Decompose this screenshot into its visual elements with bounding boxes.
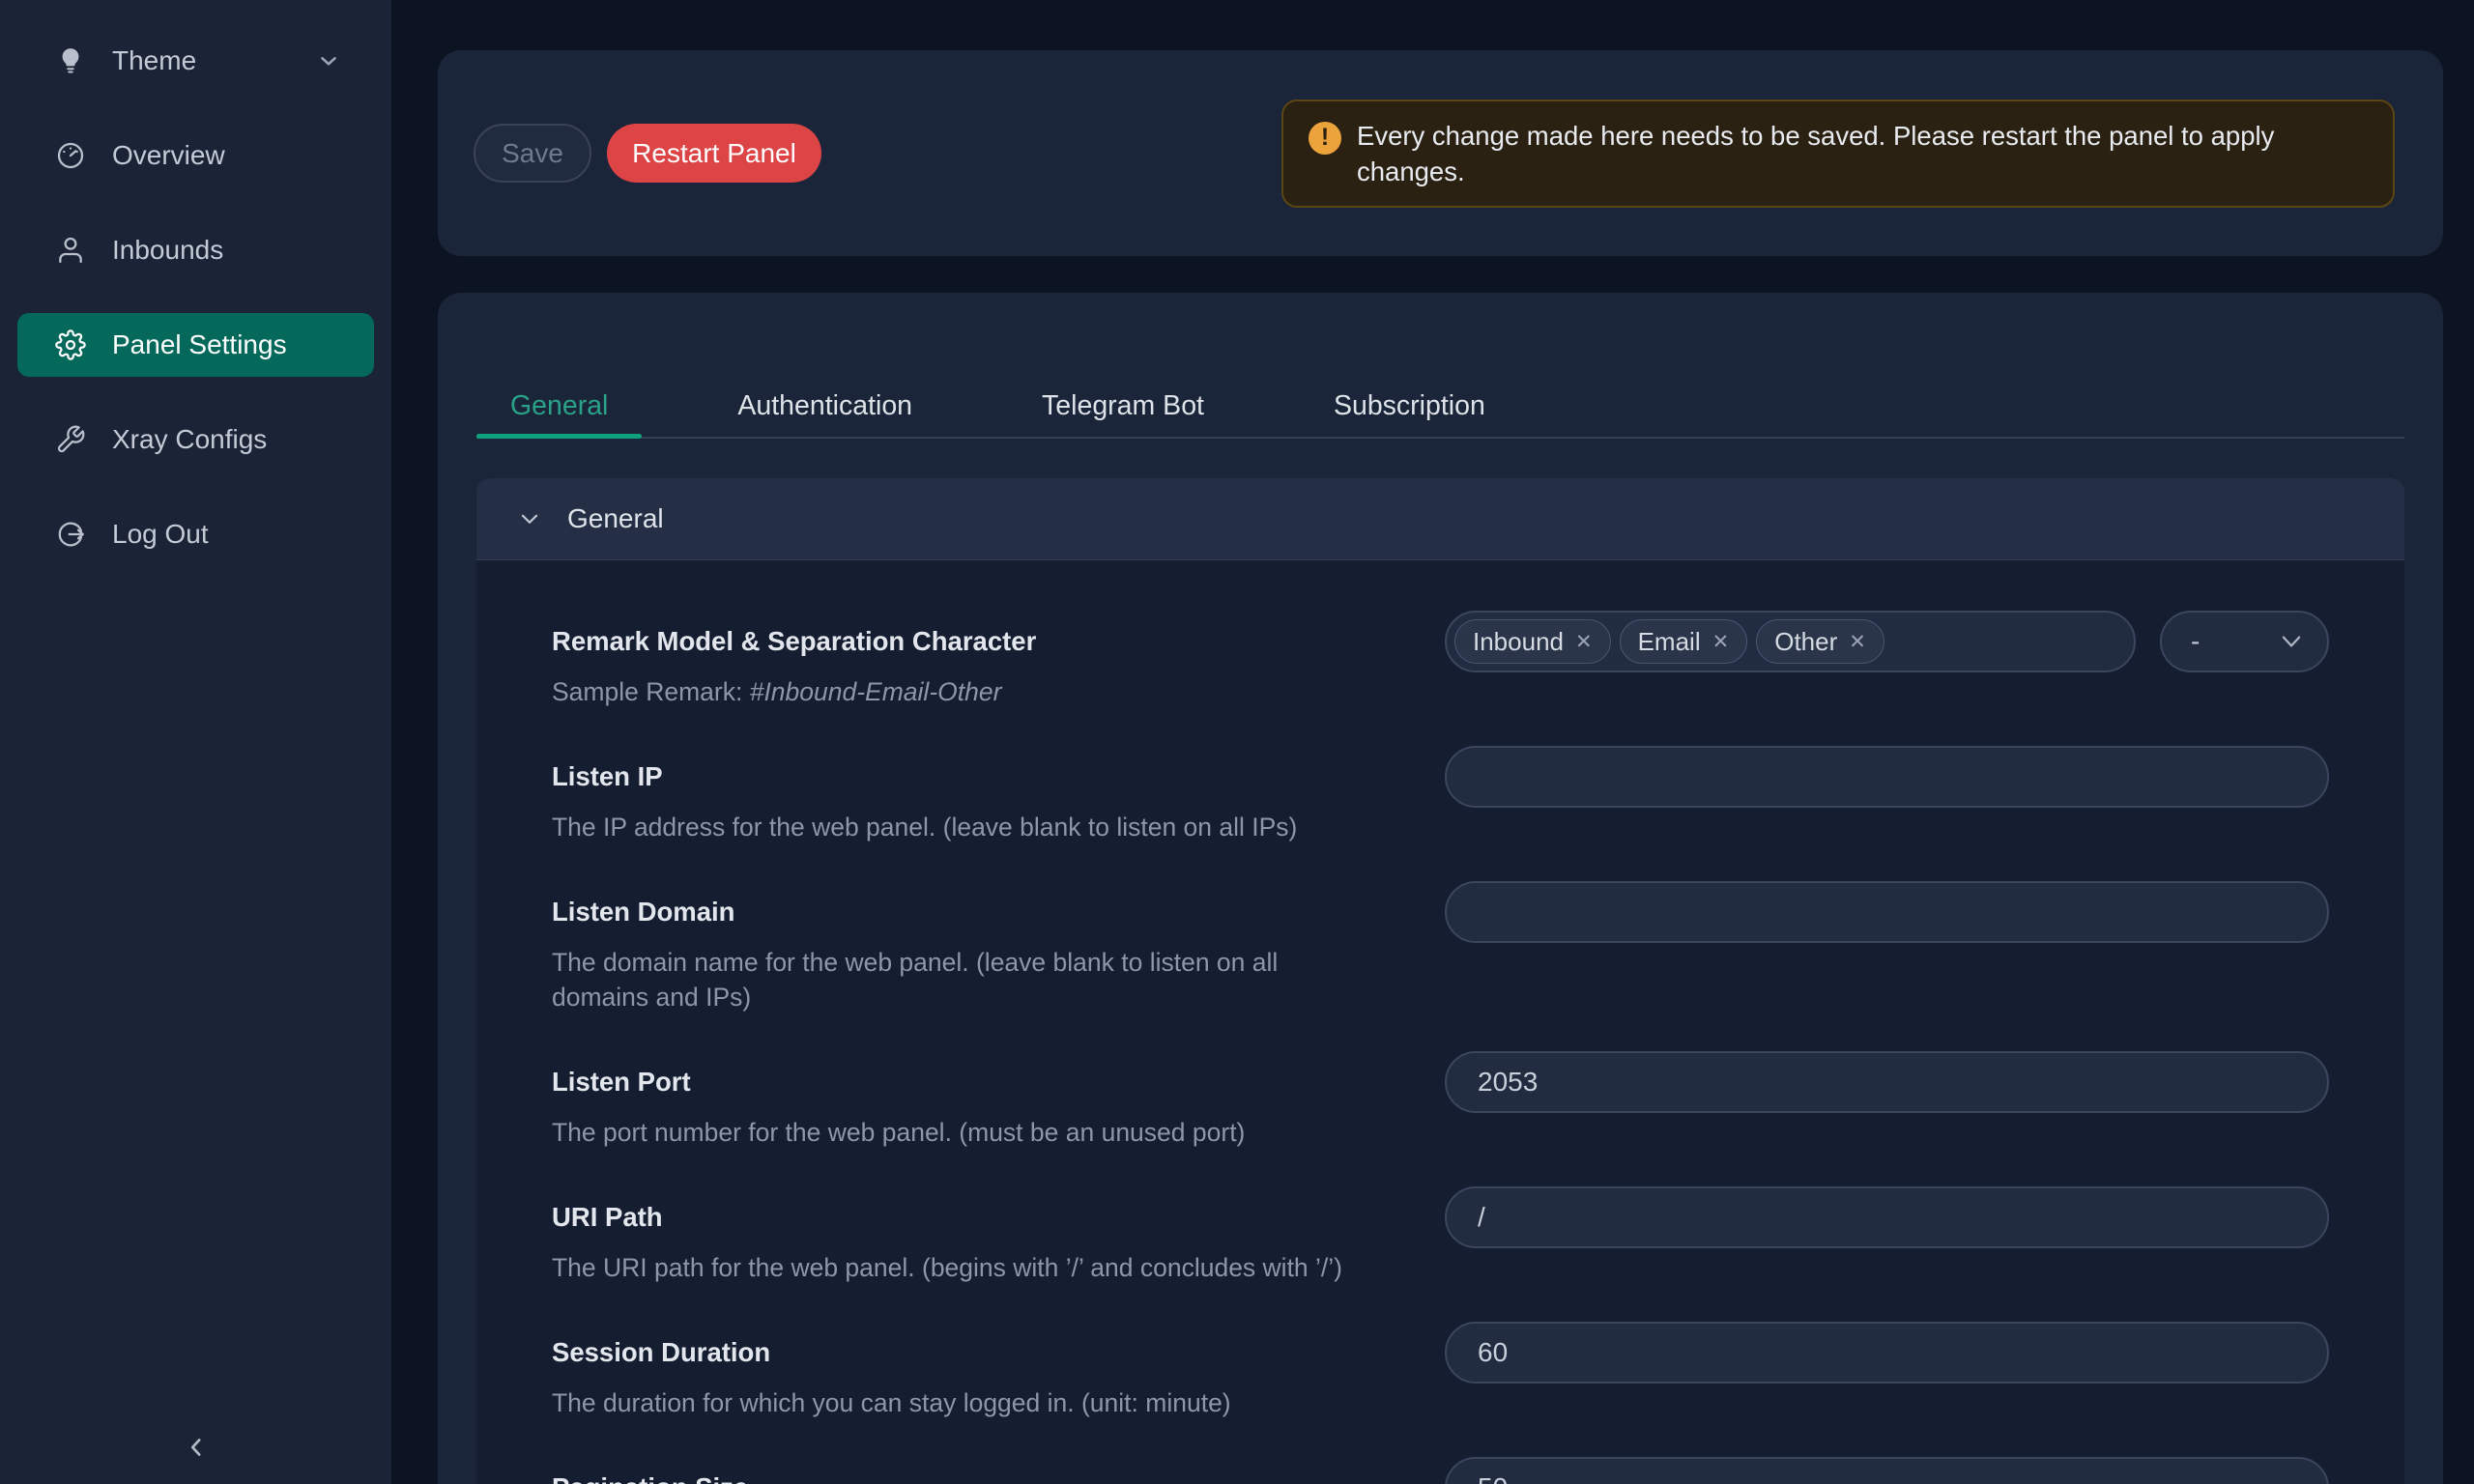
logout-icon [54, 518, 87, 551]
restart-panel-button[interactable]: Restart Panel [607, 124, 821, 183]
form-control [1445, 1322, 2329, 1384]
tag-label: Email [1638, 627, 1701, 657]
collapse-title: General [567, 503, 664, 534]
alert-message: Every change made here needs to be saved… [1357, 118, 2343, 189]
session-duration-input[interactable] [1445, 1322, 2329, 1384]
form-control [1445, 1186, 2329, 1248]
sidebar: Theme Overview Inbounds [0, 0, 391, 1484]
content-area: Save Restart Panel ! Every change made h… [391, 0, 2474, 1484]
remove-tag-icon[interactable]: ✕ [1849, 630, 1866, 654]
form-control [1445, 1051, 2329, 1113]
form-control [1445, 881, 2329, 943]
form-left: Remark Model & Separation Character Samp… [552, 611, 1444, 709]
form-left: Listen Port The port number for the web … [552, 1051, 1444, 1150]
chevron-down-icon [2277, 627, 2306, 656]
sidebar-item-label: Xray Configs [112, 424, 267, 455]
chevron-down-icon [316, 48, 341, 73]
field-description: Sample Remark: #Inbound-Email-Other [552, 674, 1373, 709]
exclamation-circle-icon: ! [1309, 122, 1341, 155]
gear-icon [54, 328, 87, 361]
sample-remark-value: #Inbound-Email-Other [750, 677, 1002, 706]
sample-remark-prefix: Sample Remark: [552, 677, 750, 706]
sidebar-item-label: Overview [112, 140, 225, 171]
form-left: Listen IP The IP address for the web pan… [552, 746, 1444, 844]
tab-authentication[interactable]: Authentication [704, 375, 946, 437]
pagination-size-input[interactable] [1445, 1457, 2329, 1484]
panel-settings-page: Theme Overview Inbounds [0, 0, 2474, 1484]
tab-general[interactable]: General [476, 375, 642, 437]
tag-email[interactable]: Email ✕ [1620, 619, 1748, 664]
select-value: - [2191, 626, 2200, 657]
sidebar-collapse-button[interactable] [0, 1433, 391, 1467]
field-description: The IP address for the web panel. (leave… [552, 810, 1373, 844]
form-row-listen-domain: Listen Domain The domain name for the we… [552, 881, 2329, 1014]
form-left: URI Path The URI path for the web panel.… [552, 1186, 1444, 1285]
form-control: Inbound ✕ Email ✕ Other ✕ [1445, 611, 2329, 672]
field-label: URI Path [552, 1186, 1444, 1248]
tab-subscription[interactable]: Subscription [1300, 375, 1519, 437]
sidebar-item-label: Log Out [112, 519, 209, 550]
field-label: Session Duration [552, 1322, 1444, 1384]
field-description: The domain name for the web panel. (leav… [552, 945, 1373, 1014]
tab-telegram-bot[interactable]: Telegram Bot [1008, 375, 1238, 437]
form-control [1445, 746, 2329, 808]
form-row-uri-path: URI Path The URI path for the web panel.… [552, 1186, 2329, 1285]
remark-model-multiselect[interactable]: Inbound ✕ Email ✕ Other ✕ [1445, 611, 2136, 672]
form-row-remark-model: Remark Model & Separation Character Samp… [552, 611, 2329, 709]
sidebar-item-label: Theme [112, 45, 196, 76]
remove-tag-icon[interactable]: ✕ [1575, 630, 1593, 654]
sidebar-item-overview[interactable]: Overview [17, 124, 374, 187]
form-row-session-duration: Session Duration The duration for which … [552, 1322, 2329, 1420]
tag-label: Other [1774, 627, 1837, 657]
tag-label: Inbound [1473, 627, 1564, 657]
listen-port-input[interactable] [1445, 1051, 2329, 1113]
field-description: The duration for which you can stay logg… [552, 1385, 1373, 1420]
general-collapse-body: Remark Model & Separation Character Samp… [476, 560, 2404, 1484]
save-button[interactable]: Save [474, 124, 591, 183]
user-icon [54, 234, 87, 267]
listen-domain-input[interactable] [1445, 881, 2329, 943]
field-description: The port number for the web panel. (must… [552, 1115, 1373, 1150]
field-label: Remark Model & Separation Character [552, 611, 1444, 672]
sidebar-item-inbounds[interactable]: Inbounds [17, 218, 374, 282]
form-control [1445, 1457, 2329, 1484]
restart-warning-alert: ! Every change made here needs to be sav… [1281, 100, 2395, 208]
form-left: Pagination Size [552, 1457, 1444, 1484]
sidebar-item-theme[interactable]: Theme [17, 29, 374, 93]
settings-card: General Authentication Telegram Bot Subs… [438, 293, 2443, 1484]
settings-tabs: General Authentication Telegram Bot Subs… [476, 375, 2404, 439]
wrench-icon [54, 423, 87, 456]
toolbar-card: Save Restart Panel ! Every change made h… [438, 50, 2443, 256]
tag-inbound[interactable]: Inbound ✕ [1454, 619, 1611, 664]
sidebar-item-xray-configs[interactable]: Xray Configs [17, 408, 374, 471]
form-left: Session Duration The duration for which … [552, 1322, 1444, 1420]
general-collapse-header[interactable]: General [476, 478, 2404, 560]
sidebar-item-label: Inbounds [112, 235, 223, 266]
form-row-listen-ip: Listen IP The IP address for the web pan… [552, 746, 2329, 844]
general-collapse-panel: General Remark Model & Separation Charac… [476, 478, 2404, 1484]
form-row-pagination-size: Pagination Size [552, 1457, 2329, 1484]
field-label: Listen Port [552, 1051, 1444, 1113]
form-left: Listen Domain The domain name for the we… [552, 881, 1444, 1014]
tag-other[interactable]: Other ✕ [1756, 619, 1884, 664]
field-label: Listen IP [552, 746, 1444, 808]
uri-path-input[interactable] [1445, 1186, 2329, 1248]
separator-select[interactable]: - [2160, 611, 2329, 672]
sidebar-item-panel-settings[interactable]: Panel Settings [17, 313, 374, 377]
field-description: The URI path for the web panel. (begins … [552, 1250, 1373, 1285]
listen-ip-input[interactable] [1445, 746, 2329, 808]
field-label: Listen Domain [552, 881, 1444, 943]
chevron-left-icon [182, 1433, 211, 1467]
sidebar-item-label: Panel Settings [112, 329, 287, 360]
sidebar-item-logout[interactable]: Log Out [17, 502, 374, 566]
bulb-icon [54, 44, 87, 77]
remove-tag-icon[interactable]: ✕ [1712, 630, 1730, 654]
form-row-listen-port: Listen Port The port number for the web … [552, 1051, 2329, 1150]
chevron-down-icon [517, 506, 542, 531]
gauge-icon [54, 139, 87, 172]
field-label: Pagination Size [552, 1457, 1444, 1484]
